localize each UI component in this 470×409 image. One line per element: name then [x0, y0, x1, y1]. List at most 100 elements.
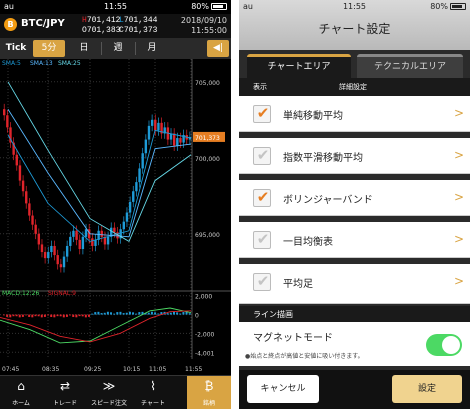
sma-checkbox[interactable]: ✔: [253, 104, 271, 123]
candle-body: [21, 180, 25, 192]
candle-body: [40, 244, 44, 253]
magnet-mode-row: マグネットモード ●始点と終点が高値と安値に吸い付きます。: [239, 322, 470, 366]
cancel-button[interactable]: キャンセル: [247, 375, 319, 403]
chart-screen: au 11:55 80% B BTC/JPY H701,412 O701,383…: [0, 0, 231, 409]
candle-body: [141, 153, 144, 169]
chevron-right-icon[interactable]: >: [454, 274, 464, 288]
candle-body: [150, 119, 154, 126]
macd-histogram-bar: [176, 312, 179, 315]
candle-body: [144, 139, 148, 154]
macd-histogram-bar: [128, 311, 131, 315]
sma-line: [7, 81, 192, 243]
time-label: 08:35: [42, 366, 59, 373]
chevron-right-icon[interactable]: >: [454, 232, 464, 246]
collapse-toggle-icon[interactable]: ◀|: [207, 40, 229, 57]
close-price: C701,373: [119, 26, 158, 35]
candle-body: [75, 230, 78, 240]
macd-panel: 2,000 0 -2,000 -4,001: [0, 290, 231, 357]
heikin-ashi-checkbox[interactable]: ✔: [253, 272, 271, 291]
chevron-right-icon[interactable]: >: [454, 148, 464, 162]
ema-checkbox[interactable]: ✔: [253, 146, 271, 165]
chevron-right-icon[interactable]: >: [454, 106, 464, 120]
setting-row-heikin-ashi[interactable]: ✔ 平均足 >: [239, 264, 470, 304]
setting-row-ema[interactable]: ✔ 指数平滑移動平均 >: [239, 138, 470, 174]
bollinger-checkbox[interactable]: ✔: [253, 188, 271, 207]
candle-body: [62, 256, 66, 268]
tab-5min[interactable]: 5分: [33, 40, 65, 57]
quote-header: B BTC/JPY H701,412 O701,383 L701,344 C70…: [0, 14, 231, 38]
macd-histogram-bar: [6, 314, 9, 317]
macd-histogram-bar: [59, 314, 62, 317]
tab-day[interactable]: 日: [68, 40, 100, 57]
nav-speed-order[interactable]: ≫ スピード注文: [88, 376, 130, 409]
candle-body: [78, 239, 81, 249]
candle-body: [53, 245, 56, 256]
tab-chart-area[interactable]: チャートエリア: [247, 54, 351, 78]
candle-body: [65, 245, 69, 257]
macd-histogram-bar: [132, 312, 135, 315]
battery-icon: [450, 3, 466, 10]
nav-symbols[interactable]: ₿ 銘柄: [187, 376, 231, 409]
trade-icon: ⇄: [59, 379, 71, 393]
currency-pair[interactable]: BTC/JPY: [21, 18, 65, 29]
time-label: 07:45: [2, 366, 19, 373]
candle-body: [15, 154, 18, 166]
setting-label: 一目均衡表: [283, 237, 333, 248]
bitcoin-icon: B: [4, 18, 17, 31]
settings-tabs: チャートエリア テクニカルエリア: [239, 50, 470, 78]
quote-date: 2018/09/10: [180, 16, 227, 25]
open-price: O701,383: [82, 26, 121, 35]
price-chart[interactable]: 07:45 08:35 09:25 10:15 11:05 11:55 705,000 700…: [0, 59, 231, 375]
magnet-mode-note: ●始点と終点が高値と安値に吸い付きます。: [245, 353, 364, 360]
tab-week[interactable]: 週: [102, 40, 134, 57]
macd-histogram-bar: [75, 314, 78, 318]
candle-body: [135, 182, 138, 192]
macd-histogram-bar: [166, 313, 169, 315]
macd-axis-label: -2,000: [195, 331, 215, 338]
macd-histogram-bar: [53, 314, 56, 318]
candle-body: [37, 233, 41, 245]
tab-technical-area[interactable]: テクニカルエリア: [357, 54, 463, 78]
macd-histogram-bar: [135, 313, 138, 315]
macd-histogram-bar: [65, 314, 68, 317]
macd-axis-label: 2,000: [195, 294, 212, 301]
magnet-mode-toggle[interactable]: [426, 334, 462, 356]
macd-histogram-bar: [78, 314, 81, 317]
macd-histogram-bar: [138, 312, 141, 315]
chevron-right-icon[interactable]: >: [454, 190, 464, 204]
candle-body: [84, 229, 88, 237]
nav-chart[interactable]: ⌇ チャート: [132, 376, 174, 409]
candle-body: [154, 119, 157, 131]
time-label: 09:25: [84, 366, 101, 373]
macd-histogram-bar: [28, 314, 31, 317]
nav-home[interactable]: ⌂ ホーム: [0, 376, 42, 409]
macd-histogram-bar: [47, 314, 50, 316]
candle-body: [31, 215, 34, 225]
macd-axis-label: -4,001: [195, 350, 215, 357]
macd-histogram-bar: [154, 312, 157, 315]
candle-body: [50, 245, 53, 253]
tab-tick[interactable]: Tick: [2, 40, 30, 57]
macd-histogram-bar: [106, 311, 109, 315]
tab-month[interactable]: 月: [136, 40, 168, 57]
macd-histogram-bar: [50, 314, 53, 317]
ichimoku-checkbox[interactable]: ✔: [253, 230, 271, 249]
candle-body: [81, 236, 85, 249]
macd-histogram-bar: [150, 311, 153, 315]
nav-trade[interactable]: ⇄ トレード: [44, 376, 86, 409]
bottom-nav: ⌂ ホーム ⇄ トレード ≫ スピード注文 ⌇ チャート ₿ 銘柄: [0, 375, 231, 409]
candle-body: [34, 224, 37, 234]
sma-lines: [7, 81, 192, 243]
macd-histogram-bar: [12, 314, 15, 317]
settings-button[interactable]: 設定: [392, 375, 462, 403]
setting-row-ichimoku[interactable]: ✔ 一目均衡表 >: [239, 222, 470, 258]
current-price-label: 701,373: [195, 135, 220, 142]
candle-body: [157, 122, 160, 131]
macd-histogram-bar: [21, 314, 24, 317]
setting-row-bollinger[interactable]: ✔ ボリンジャーバンド >: [239, 180, 470, 216]
col-detail: 詳細設定: [339, 83, 367, 91]
macd-histogram-bar: [103, 312, 106, 315]
setting-row-sma[interactable]: ✔ 単純移動平均 >: [239, 96, 470, 132]
action-bar: キャンセル 設定: [239, 370, 470, 409]
candle-body: [43, 252, 47, 259]
